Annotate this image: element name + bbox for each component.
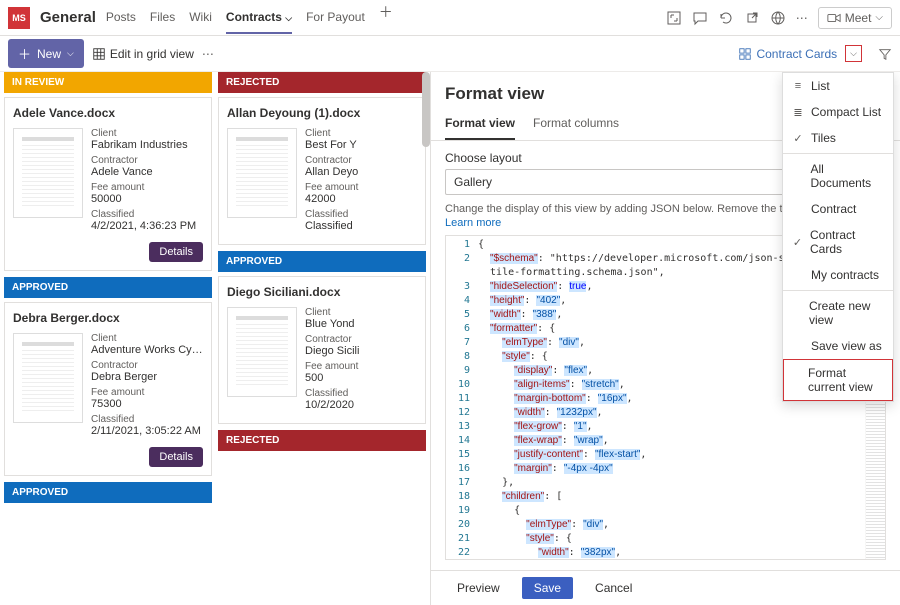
channel-name: General [40,9,96,26]
list-icon: ≡ [791,80,805,92]
preview-button[interactable]: Preview [445,577,512,599]
dropdown-item-label: List [811,79,830,93]
dropdown-item[interactable]: ≣ Compact List [783,99,893,125]
channel-tabs: Posts Files Wiki Contracts ⌵ For Payout … [106,2,393,34]
view-dropdown-menu: ≡ List ≣ Compact List ✓ Tiles All Documents Con… [782,72,894,402]
line-gutter: 12 3456789101112131415161718192021222324… [446,236,474,559]
dropdown-item-label: Create new view [809,299,885,327]
chevron-down-icon: ⌵ [285,13,292,23]
dropdown-item[interactable]: ≡ List [783,73,893,99]
document-thumbnail [13,128,83,218]
column-header: IN REVIEW [4,72,212,93]
chevron-down-icon: ⌵ [875,12,883,23]
card-fields: ClientBlue Yond ContractorDiego Sicili F… [305,307,417,415]
cancel-button[interactable]: Cancel [583,577,644,599]
dropdown-item[interactable]: Save view as [783,333,893,359]
details-button[interactable]: Details [149,447,203,467]
column-header: APPROVED [4,482,212,503]
overflow-button[interactable]: ⋯ [202,47,214,61]
more-icon[interactable]: ⋯ [796,11,808,25]
dropdown-item-label: Contract Cards [810,228,885,256]
video-icon [827,11,841,25]
meet-button[interactable]: Meet ⌵ [818,7,892,29]
header-actions: ⋯ Meet ⌵ [666,7,892,29]
column-header: REJECTED [218,72,426,93]
dropdown-item-label: Contract [811,202,856,216]
compact-icon: ≣ [791,106,805,119]
details-button[interactable]: Details [149,242,203,262]
refresh-icon[interactable] [718,10,734,26]
tab-format-columns[interactable]: Format columns [533,108,619,140]
column-header: APPROVED [4,277,212,298]
card-fields: ClientBest For Y ContractorAllan Deyo Fe… [305,128,417,236]
card-title: Adele Vance.docx [13,106,203,120]
document-thumbnail [13,333,83,423]
dropdown-item-label: Tiles [811,131,836,145]
dropdown-item[interactable]: ✓ Tiles [783,125,893,151]
chevron-down-icon: ⌵ [67,48,74,59]
view-dropdown-button[interactable]: ⌵ [845,45,862,62]
dropdown-item[interactable]: All Documents [783,156,893,196]
contract-card[interactable]: Diego Siciliani.docx ClientBlue Yond Con… [218,276,426,424]
new-button[interactable]: ＋ New ⌵ [8,39,84,68]
dropdown-item[interactable]: Contract [783,196,893,222]
dropdown-item[interactable]: My contracts [783,262,893,288]
column-header: APPROVED [218,251,426,272]
view-selector[interactable]: Contract Cards [738,47,837,61]
contract-card[interactable]: Allan Deyoung (1).docx ClientBest For Y … [218,97,426,245]
card-fields: ClientFabrikam Industries ContractorAdel… [91,128,203,236]
card-title: Allan Deyoung (1).docx [227,106,417,120]
card-title: Debra Berger.docx [13,311,203,325]
dropdown-item-label: Save view as [811,339,882,353]
expand-icon[interactable] [666,10,682,26]
card-fields: ClientAdventure Works Cycles ContractorD… [91,333,203,441]
dropdown-item-label: Format current view [808,366,884,394]
chat-icon[interactable] [692,10,708,26]
tab-files[interactable]: Files [150,2,175,34]
dropdown-item[interactable]: ✓ Contract Cards [783,222,893,262]
team-logo: MS [8,7,30,29]
tab-wiki[interactable]: Wiki [189,2,212,34]
dropdown-item[interactable]: Create new view [783,293,893,333]
edit-grid-button[interactable]: Edit in grid view [92,47,194,61]
dropdown-item[interactable]: Format current view [783,359,893,401]
command-bar: ＋ New ⌵ Edit in grid view ⋯ Contract Car… [0,36,900,72]
contract-board: IN REVIEW Adele Vance.docx ClientFabrika… [0,72,430,605]
dropdown-item-label: All Documents [810,162,885,190]
save-button[interactable]: Save [522,577,573,599]
open-icon[interactable] [744,10,760,26]
document-thumbnail [227,307,297,397]
column-header: REJECTED [218,430,426,451]
tab-for-payout[interactable]: For Payout [306,2,365,34]
filter-icon[interactable] [878,47,892,61]
scrollbar-thumb[interactable] [422,72,430,147]
tab-contracts[interactable]: Contracts ⌵ [226,2,292,34]
tab-posts[interactable]: Posts [106,2,136,34]
document-thumbnail [227,128,297,218]
dropdown-item-label: Compact List [811,105,881,119]
plus-icon: ＋ [18,44,31,63]
format-view-panel: Format view Format view Format columns C… [430,72,900,605]
tiles-icon [738,47,752,61]
add-tab-button[interactable]: ＋ [379,2,393,34]
contract-card[interactable]: Debra Berger.docx ClientAdventure Works … [4,302,212,476]
check-icon: ✓ [791,132,805,145]
app-header: MS General Posts Files Wiki Contracts ⌵ … [0,0,900,36]
tab-format-view[interactable]: Format view [445,108,515,140]
card-title: Diego Siciliani.docx [227,285,417,299]
layout-select[interactable]: Gallery [445,169,785,195]
globe-icon[interactable] [770,10,786,26]
check-icon: ✓ [791,236,804,249]
dropdown-item-label: My contracts [811,268,879,282]
contract-card[interactable]: Adele Vance.docx ClientFabrikam Industri… [4,97,212,271]
grid-icon [92,47,106,61]
